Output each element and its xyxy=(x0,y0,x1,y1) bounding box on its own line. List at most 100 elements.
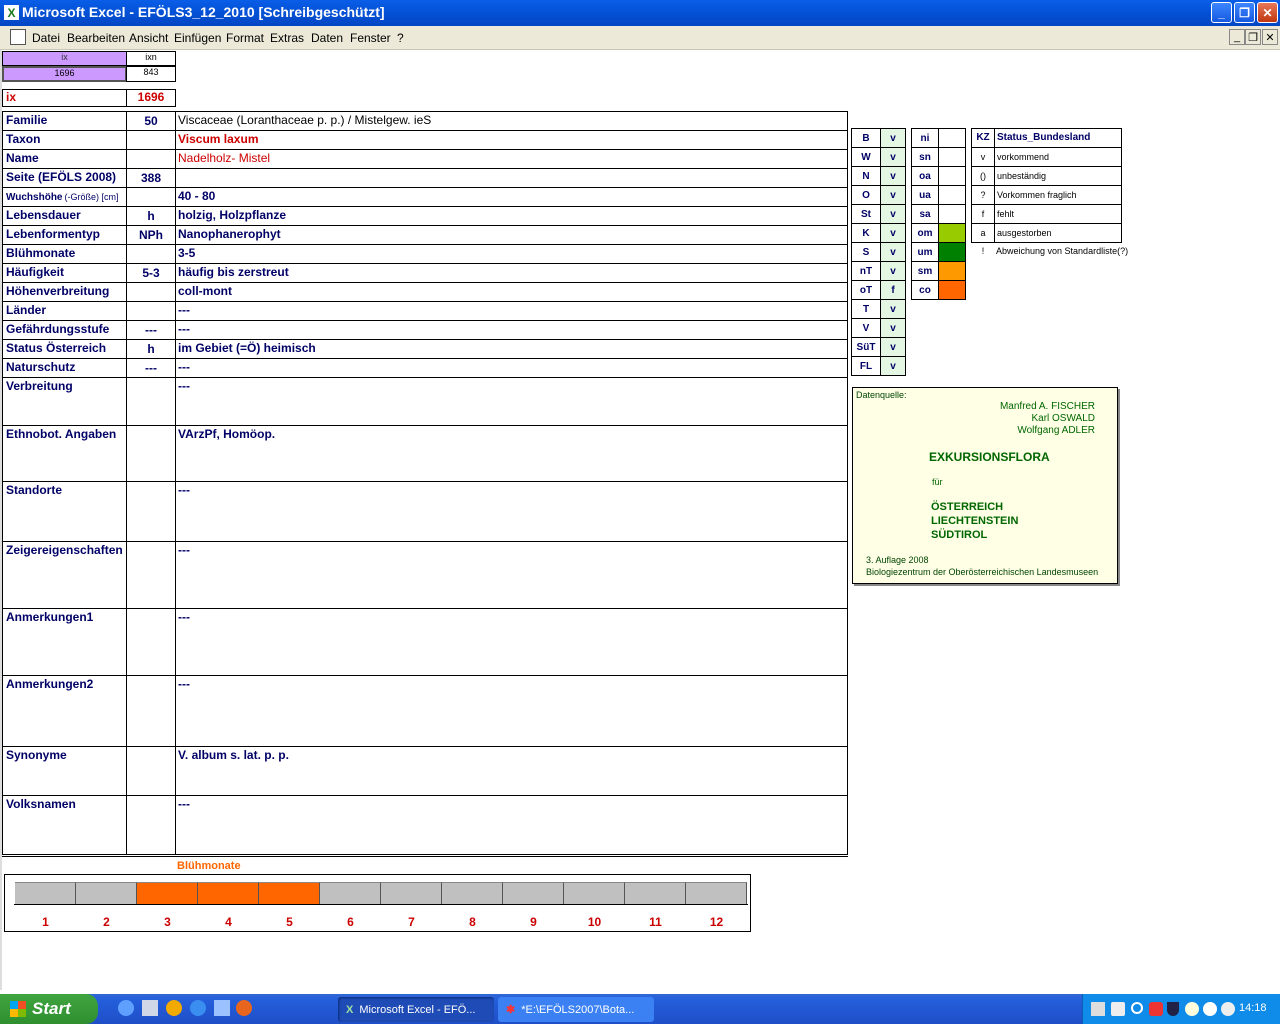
zone-color-swatch[interactable] xyxy=(938,185,966,205)
zone-code[interactable]: ua xyxy=(911,185,939,205)
menu-ansicht[interactable]: Ansicht xyxy=(129,31,168,45)
row-label[interactable]: Name xyxy=(2,149,127,169)
row-code[interactable] xyxy=(126,608,176,676)
restore-button[interactable]: ❐ xyxy=(1234,2,1255,23)
zone-code[interactable]: om xyxy=(911,223,939,243)
state-code[interactable]: T xyxy=(851,299,881,319)
legend-code[interactable]: a xyxy=(971,223,995,243)
row-label[interactable]: Gefährdungsstufe xyxy=(2,320,127,340)
row-code[interactable] xyxy=(126,481,176,542)
menu-format[interactable]: Format xyxy=(226,31,264,45)
ixn-header-cell[interactable]: ixn xyxy=(126,51,176,66)
row-label[interactable]: Status Österreich xyxy=(2,339,127,359)
row-text[interactable]: --- xyxy=(175,320,848,340)
legend-code[interactable]: ! xyxy=(971,242,995,262)
zone-code[interactable]: sn xyxy=(911,147,939,167)
row-code[interactable] xyxy=(126,675,176,747)
zone-code[interactable]: sm xyxy=(911,261,939,281)
explorer-icon[interactable] xyxy=(142,1000,158,1016)
firefox-icon[interactable] xyxy=(236,1000,252,1016)
state-code[interactable]: FL xyxy=(851,356,881,376)
zone-color-swatch[interactable] xyxy=(938,261,966,281)
state-code[interactable]: O xyxy=(851,185,881,205)
excel-app-icon[interactable]: X xyxy=(4,5,19,20)
ix-value-cell[interactable]: 1696 xyxy=(2,66,127,82)
row-label[interactable]: Länder xyxy=(2,301,127,321)
row-text[interactable]: --- xyxy=(175,481,848,542)
row-text[interactable]: Viscaceae (Loranthaceae p. p.) / Mistelg… xyxy=(175,111,848,131)
legend-text[interactable]: Abweichung von Standardliste(?) xyxy=(994,242,1128,262)
state-code[interactable]: K xyxy=(851,223,881,243)
state-value[interactable]: f xyxy=(880,280,906,300)
row-text[interactable]: V. album s. lat. p. p. xyxy=(175,746,848,796)
state-value[interactable]: v xyxy=(880,337,906,357)
outlook-icon[interactable] xyxy=(214,1000,230,1016)
row-code[interactable]: --- xyxy=(126,358,176,378)
row-label[interactable]: Anmerkungen1 xyxy=(2,608,127,676)
row-label[interactable]: Volksnamen xyxy=(2,795,127,855)
state-value[interactable]: v xyxy=(880,299,906,319)
row-code[interactable] xyxy=(126,795,176,855)
row-label[interactable]: Verbreitung xyxy=(2,377,127,426)
task-excel[interactable]: X Microsoft Excel - EFÖ... xyxy=(338,997,494,1022)
row-text[interactable]: --- xyxy=(175,358,848,378)
state-code[interactable]: B xyxy=(851,128,881,148)
row-text[interactable]: --- xyxy=(175,301,848,321)
menu-datei[interactable]: Datei xyxy=(32,31,60,45)
row-text[interactable]: --- xyxy=(175,541,848,609)
menu-fenster[interactable]: Fenster xyxy=(350,31,391,45)
row-code[interactable] xyxy=(126,244,176,264)
legend-text[interactable]: unbeständig xyxy=(994,166,1122,186)
row-code[interactable] xyxy=(126,187,176,207)
menu-extras[interactable]: Extras xyxy=(270,31,304,45)
row-label[interactable]: Lebensdauer xyxy=(2,206,127,226)
state-value[interactable]: v xyxy=(880,261,906,281)
legend-code[interactable]: ? xyxy=(971,185,995,205)
row-label[interactable]: Häufigkeit xyxy=(2,263,127,283)
row-text[interactable]: Nadelholz- Mistel xyxy=(175,149,848,169)
row-text[interactable]: holzig, Holzpflanze xyxy=(175,206,848,226)
state-value[interactable]: v xyxy=(880,223,906,243)
menu-einfuegen[interactable]: Einfügen xyxy=(174,31,221,45)
row-text[interactable]: häufig bis zerstreut xyxy=(175,263,848,283)
row-text[interactable] xyxy=(175,168,848,188)
row-code[interactable] xyxy=(126,149,176,169)
state-value[interactable]: v xyxy=(880,204,906,224)
legend-text[interactable]: ausgestorben xyxy=(994,223,1122,243)
ie-icon[interactable] xyxy=(118,1000,134,1016)
row-code[interactable] xyxy=(126,377,176,426)
row-code[interactable]: --- xyxy=(126,320,176,340)
row-text[interactable]: Viscum laxum xyxy=(175,130,848,150)
row-label[interactable]: Anmerkungen2 xyxy=(2,675,127,747)
legend-text[interactable]: Vorkommen fraglich xyxy=(994,185,1122,205)
row-text[interactable]: VArzPf, Homöop. xyxy=(175,425,848,482)
legend-code[interactable]: f xyxy=(971,204,995,224)
media-player-icon[interactable] xyxy=(166,1000,182,1016)
row-text[interactable]: coll-mont xyxy=(175,282,848,302)
doc-close-button[interactable]: ✕ xyxy=(1262,29,1278,45)
menu-help[interactable]: ? xyxy=(397,31,404,45)
zone-color-swatch[interactable] xyxy=(938,166,966,186)
row-code[interactable] xyxy=(126,301,176,321)
state-value[interactable]: v xyxy=(880,185,906,205)
browser-icon[interactable] xyxy=(190,1000,206,1016)
row-text[interactable]: --- xyxy=(175,608,848,676)
minimize-button[interactable]: _ xyxy=(1211,2,1232,23)
row-code[interactable]: 50 xyxy=(126,111,176,131)
row-label[interactable]: Standorte xyxy=(2,481,127,542)
state-code[interactable]: oT xyxy=(851,280,881,300)
legend-status-header[interactable]: Status_Bundesland xyxy=(994,128,1122,148)
zone-color-swatch[interactable] xyxy=(938,128,966,148)
state-code[interactable]: SüT xyxy=(851,337,881,357)
row-code[interactable]: 388 xyxy=(126,168,176,188)
row-label[interactable]: Naturschutz xyxy=(2,358,127,378)
ix-main-value-cell[interactable]: 1696 xyxy=(126,89,176,107)
row-label[interactable]: Höhenverbreitung xyxy=(2,282,127,302)
row-code[interactable]: NPh xyxy=(126,225,176,245)
legend-text[interactable]: vorkommend xyxy=(994,147,1122,167)
document-icon[interactable] xyxy=(10,29,26,45)
legend-code[interactable]: v xyxy=(971,147,995,167)
row-code[interactable] xyxy=(126,541,176,609)
zone-code[interactable]: um xyxy=(911,242,939,262)
row-label[interactable]: Wuchshöhe (-Größe) [cm] xyxy=(2,187,127,207)
